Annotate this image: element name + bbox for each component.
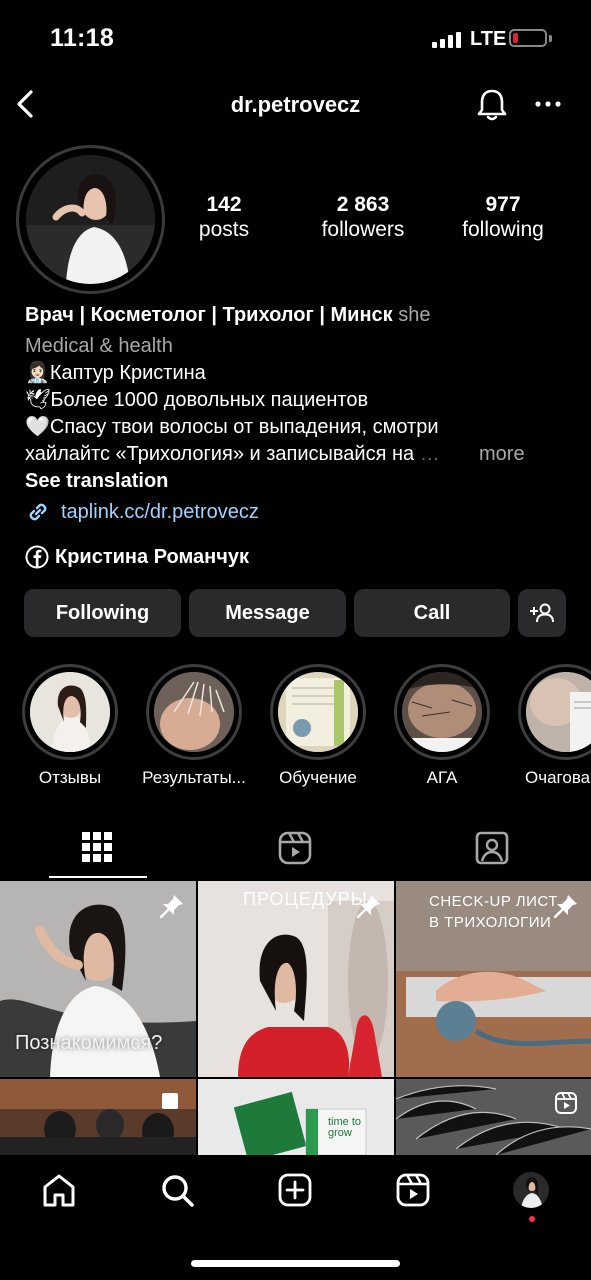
stat-following[interactable]: 977 following xyxy=(433,193,573,243)
tab-reels[interactable] xyxy=(277,830,313,866)
search-icon xyxy=(162,1175,194,1207)
suggested-users-button[interactable] xyxy=(518,589,566,637)
grid-icon xyxy=(82,832,112,862)
doctor-emoji: 👩🏻‍⚕️ xyxy=(25,362,50,384)
post-caption: Познакомимся? xyxy=(15,1032,163,1054)
following-label: following xyxy=(462,218,544,241)
active-tab-indicator xyxy=(49,876,147,878)
bio-line-2-text: Более 1000 довольных пациентов xyxy=(50,389,369,411)
highlight-label-1: Отзывы xyxy=(38,768,102,787)
see-translation-link[interactable]: See translation xyxy=(25,468,565,495)
highlight-rezultaty[interactable] xyxy=(146,664,242,760)
followers-label: followers xyxy=(321,218,405,241)
post-tile[interactable]: Познакомимся? xyxy=(0,881,196,1077)
highlight-otzyvy[interactable] xyxy=(22,664,118,760)
message-button[interactable]: Message xyxy=(189,589,346,637)
battery-tip xyxy=(549,35,552,42)
home-icon xyxy=(43,1174,75,1207)
reels-icon xyxy=(396,1173,430,1207)
highlight-aga[interactable] xyxy=(394,664,490,760)
reels-icon xyxy=(278,831,312,865)
signal-icon xyxy=(432,32,461,48)
reel-icon xyxy=(555,1092,577,1114)
bio-line-4-text: хайлайтс «Трихология» и записывайся на xyxy=(25,443,415,465)
pin-icon xyxy=(553,895,577,919)
post-caption: time to grow xyxy=(328,1116,362,1139)
nav-home[interactable] xyxy=(41,1172,77,1208)
post-tile[interactable]: CHECK-UP ЛИСТ В ТРИХОЛОГИИ xyxy=(396,881,591,1077)
notifications-button[interactable] xyxy=(474,86,510,124)
link-icon xyxy=(29,503,47,521)
stat-posts[interactable]: 142 posts xyxy=(154,193,294,243)
facebook-name: Кристина Романчук xyxy=(55,545,249,568)
multiple-photos-icon xyxy=(162,1093,178,1109)
profile-link-text: taplink.cc/dr.petrovecz xyxy=(61,500,259,523)
post-caption: ПРОЦЕДУРЫ xyxy=(243,889,368,909)
post-tile[interactable] xyxy=(396,1079,591,1155)
notification-dot xyxy=(529,1216,535,1222)
more-options-button[interactable] xyxy=(533,94,563,114)
post-tile[interactable]: time to grow xyxy=(198,1079,394,1155)
facebook-profile-link[interactable]: Кристина Романчук xyxy=(25,545,249,569)
post-caption: CHECK-UP ЛИСТ В ТРИХОЛОГИИ xyxy=(429,893,558,931)
nav-search[interactable] xyxy=(159,1172,195,1208)
status-time: 11:18 xyxy=(50,24,115,52)
plus-square-icon xyxy=(278,1173,312,1207)
nav-reels[interactable] xyxy=(395,1172,431,1208)
highlight-label-5: Очагова xyxy=(525,768,591,787)
following-button[interactable]: Following xyxy=(24,589,181,637)
network-type: LTE xyxy=(470,28,507,50)
nav-create[interactable] xyxy=(277,1172,313,1208)
facebook-icon xyxy=(25,545,49,569)
tagged-person-icon xyxy=(475,831,509,865)
heart-emoji: 🤍 xyxy=(25,416,50,438)
highlight-ochagovaya[interactable] xyxy=(518,664,591,760)
bio-line-3: 🤍Спасу твои волосы от выпадения, смотри xyxy=(25,414,565,441)
highlight-obuchenie[interactable] xyxy=(270,664,366,760)
call-button[interactable]: Call xyxy=(354,589,510,637)
add-person-icon xyxy=(530,603,554,623)
bio-line-1: 👩🏻‍⚕️Каптур Кристина xyxy=(25,360,565,387)
home-indicator xyxy=(191,1260,400,1267)
bio-line-1-text: Каптур Кристина xyxy=(49,362,206,384)
followers-count: 2 863 xyxy=(336,193,390,216)
bio-name-line: Врач | Косметолог | Трихолог | Минск she xyxy=(25,302,565,329)
post-tile[interactable] xyxy=(0,1079,196,1155)
bio-line-2: 🕊Более 1000 довольных пациентов xyxy=(25,387,565,414)
avatar[interactable] xyxy=(26,155,155,284)
pronouns: she xyxy=(398,304,431,326)
highlight-label-4: АГА xyxy=(426,768,458,787)
nav-profile-avatar[interactable] xyxy=(513,1172,549,1208)
bell-icon xyxy=(477,89,507,121)
stat-followers[interactable]: 2 863 followers xyxy=(293,193,433,243)
profile-name: Врач | Косметолог | Трихолог | Минск xyxy=(25,304,393,326)
pin-icon xyxy=(159,895,183,919)
tab-grid[interactable] xyxy=(80,830,114,864)
posts-count: 142 xyxy=(206,193,242,216)
ellipsis-icon xyxy=(535,101,561,107)
bio-line-3-text: Спасу твои волосы от выпадения, смотри xyxy=(49,416,439,438)
profile-link[interactable]: taplink.cc/dr.petrovecz xyxy=(25,499,259,525)
battery-icon xyxy=(509,29,547,47)
post-tile[interactable]: ПРОЦЕДУРЫ xyxy=(198,881,394,1077)
following-count: 977 xyxy=(485,193,521,216)
tab-tagged[interactable] xyxy=(474,830,510,866)
posts-label: posts xyxy=(198,218,250,241)
dove-emoji: 🕊 xyxy=(25,389,51,411)
bio-more-link[interactable]: more xyxy=(479,441,525,468)
pin-icon xyxy=(356,895,380,919)
profile-category: Medical & health xyxy=(25,335,173,357)
highlight-label-2: Результаты... xyxy=(142,768,246,787)
highlight-label-3: Обучение xyxy=(279,768,357,787)
